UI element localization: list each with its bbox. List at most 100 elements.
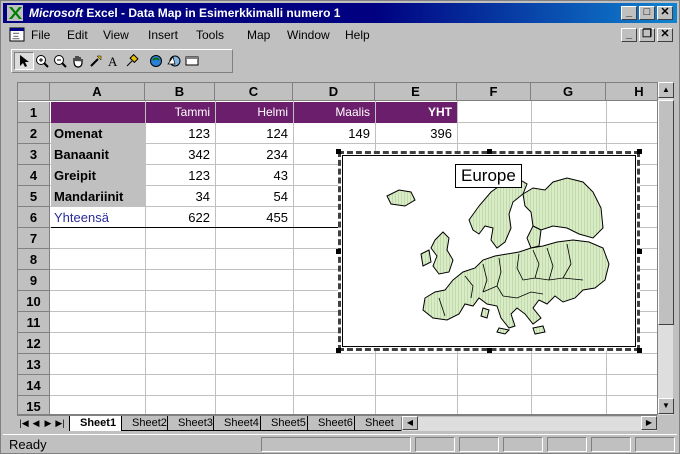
tab-sheet1[interactable]: Sheet1 <box>69 416 125 431</box>
row-header[interactable]: 11 <box>18 312 50 333</box>
tab-sheet5[interactable]: Sheet5 <box>260 416 314 431</box>
cell-d1[interactable]: Maalis <box>294 102 375 123</box>
row-header[interactable]: 13 <box>18 354 50 375</box>
cell-a1[interactable] <box>51 102 145 123</box>
tab-sheet4[interactable]: Sheet4 <box>213 416 267 431</box>
select-arrow-tool[interactable] <box>14 52 34 70</box>
pushpin-tool[interactable] <box>122 52 142 70</box>
column-header-e[interactable]: E <box>375 83 457 101</box>
row-header[interactable]: 1 <box>18 102 50 123</box>
doc-close-button[interactable]: ✕ <box>657 28 673 42</box>
show-toolbar-tool[interactable] <box>182 52 202 70</box>
cell-c5[interactable]: 54 <box>216 186 293 207</box>
column-header-g[interactable]: G <box>531 83 606 101</box>
prev-sheet-arrow-icon[interactable]: ◀ <box>30 417 42 430</box>
row-header[interactable]: 2 <box>18 123 50 144</box>
grabber-tool[interactable] <box>68 52 88 70</box>
menu-insert[interactable]: Insert <box>148 28 178 42</box>
text-label-tool[interactable]: A <box>104 52 124 70</box>
cell-a5[interactable]: Mandariinit <box>51 186 145 207</box>
resize-handle[interactable] <box>487 348 492 353</box>
cell-b6[interactable]: 622 <box>146 207 215 228</box>
cell-b3[interactable]: 342 <box>146 144 215 165</box>
menu-map[interactable]: Map <box>247 28 270 42</box>
zoom-out-tool[interactable] <box>50 52 70 70</box>
first-sheet-arrow-icon[interactable]: |◀ <box>18 417 30 430</box>
menu-help[interactable]: Help <box>345 28 370 42</box>
doc-restore-button[interactable]: ❐ <box>639 28 655 42</box>
menu-tools[interactable]: Tools <box>196 28 224 42</box>
cell-d2[interactable]: 149 <box>294 123 375 144</box>
column-header-d[interactable]: D <box>293 83 375 101</box>
row-header[interactable]: 4 <box>18 165 50 186</box>
menu-view[interactable]: View <box>103 28 129 42</box>
horizontal-scrollbar[interactable]: ◀ ▶ <box>401 416 657 431</box>
resize-handle[interactable] <box>637 249 642 254</box>
center-map-tool[interactable] <box>86 52 106 70</box>
column-header-f[interactable]: F <box>457 83 531 101</box>
column-header-b[interactable]: B <box>145 83 215 101</box>
column-header-c[interactable]: C <box>215 83 293 101</box>
menu-edit[interactable]: Edit <box>67 28 88 42</box>
row-header[interactable]: 3 <box>18 144 50 165</box>
cell-b1[interactable]: Tammi <box>146 102 215 123</box>
redraw-map-tool[interactable] <box>146 52 166 70</box>
excel-x-icon[interactable] <box>7 5 23 21</box>
tab-sheet7[interactable]: Sheet <box>354 416 401 431</box>
column-header-a[interactable]: A <box>50 83 145 101</box>
cell-c3[interactable]: 234 <box>216 144 293 165</box>
cell-a6[interactable]: Yhteensä <box>51 207 145 228</box>
scroll-left-arrow-icon[interactable]: ◀ <box>402 416 418 430</box>
cell-c6[interactable]: 455 <box>216 207 293 228</box>
europe-map[interactable] <box>383 168 613 348</box>
menu-file[interactable]: File <box>31 28 50 42</box>
row-header[interactable]: 15 <box>18 396 50 414</box>
worksheet-grid[interactable]: A B C D E F G H 12345678910111213141516 … <box>17 82 672 415</box>
zoom-out-icon <box>54 55 67 68</box>
row-header[interactable]: 8 <box>18 249 50 270</box>
resize-handle[interactable] <box>637 348 642 353</box>
close-button[interactable]: ✕ <box>657 6 673 20</box>
cell-b5[interactable]: 34 <box>146 186 215 207</box>
resize-handle[interactable] <box>336 348 341 353</box>
menu-window[interactable]: Window <box>287 28 330 42</box>
scroll-down-arrow-icon[interactable]: ▼ <box>658 398 674 414</box>
cell-a2[interactable]: Omenat <box>51 123 145 144</box>
minimize-button[interactable]: _ <box>621 6 637 20</box>
vertical-scroll-thumb[interactable] <box>658 100 674 325</box>
row-header[interactable]: 12 <box>18 333 50 354</box>
tab-sheet6[interactable]: Sheet6 <box>307 416 361 431</box>
resize-handle[interactable] <box>487 149 492 154</box>
resize-handle[interactable] <box>637 149 642 154</box>
cell-a4[interactable]: Greipit <box>51 165 145 186</box>
vertical-scrollbar[interactable]: ▲ ▼ <box>657 82 674 415</box>
row-header[interactable]: 6 <box>18 207 50 228</box>
map-title-label[interactable]: Europe <box>455 164 522 188</box>
row-header[interactable]: 14 <box>18 375 50 396</box>
last-sheet-arrow-icon[interactable]: ▶| <box>54 417 66 430</box>
row-header[interactable]: 10 <box>18 291 50 312</box>
row-header[interactable]: 7 <box>18 228 50 249</box>
cell-b2[interactable]: 123 <box>146 123 215 144</box>
cell-e1[interactable]: YHT <box>376 102 457 123</box>
data-map-object[interactable]: Europe <box>336 149 642 353</box>
maximize-button[interactable]: □ <box>639 6 655 20</box>
resize-handle[interactable] <box>336 149 341 154</box>
map-features-tool[interactable] <box>164 52 184 70</box>
row-header[interactable]: 9 <box>18 270 50 291</box>
resize-handle[interactable] <box>336 249 341 254</box>
cell-b4[interactable]: 123 <box>146 165 215 186</box>
doc-minimize-button[interactable]: _ <box>621 28 637 42</box>
row-header[interactable]: 5 <box>18 186 50 207</box>
zoom-in-tool[interactable] <box>32 52 52 70</box>
cell-c2[interactable]: 124 <box>216 123 293 144</box>
document-icon[interactable]: 三 <box>9 27 25 42</box>
cell-c4[interactable]: 43 <box>216 165 293 186</box>
next-sheet-arrow-icon[interactable]: ▶ <box>42 417 54 430</box>
scroll-right-arrow-icon[interactable]: ▶ <box>641 416 657 430</box>
scroll-up-arrow-icon[interactable]: ▲ <box>658 82 674 98</box>
cell-e2[interactable]: 396 <box>376 123 457 144</box>
cell-c1[interactable]: Helmi <box>216 102 293 123</box>
cell-a3[interactable]: Banaanit <box>51 144 145 165</box>
select-all-corner[interactable] <box>18 83 50 101</box>
